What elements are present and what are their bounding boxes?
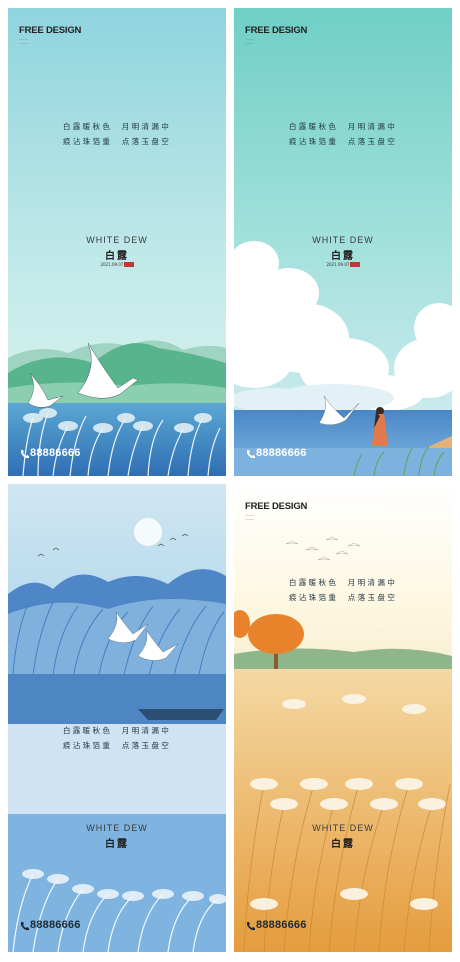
brand-logo: FREE DESIGN: [19, 25, 82, 36]
poster-top-left: FREE DESIGN ——— ——— 白露暖秋色 月明清漏中 痕沾珠箔重 点落玉…: [8, 8, 226, 476]
title-en: WHITE DEW: [86, 823, 148, 833]
poem-line-2: 痕沾珠箔重 点落玉盘空: [288, 137, 398, 146]
title-cn: 白露: [105, 839, 129, 850]
poem-line-2: 痕沾珠箔重 点落玉盘空: [62, 741, 172, 750]
poem-line-1: 白露暖秋色 月明清漏中: [288, 578, 398, 587]
phone-icon: [21, 922, 29, 931]
title-cn: 白露: [105, 251, 129, 262]
phone-icon: [247, 922, 255, 931]
phone-number: 88886666: [30, 919, 81, 931]
date-tag: [124, 262, 134, 267]
poem-line-1: 白露暖秋色 月明清漏中: [62, 726, 172, 735]
poem-line-2: 痕沾珠箔重 点落玉盘空: [62, 137, 172, 146]
poster-bottom-left: 白露暖秋色 月明清漏中 痕沾珠箔重 点落玉盘空 WHITE DEW 白露 888…: [8, 484, 226, 952]
phone-icon: [21, 450, 29, 459]
poster-illustration: [8, 484, 226, 952]
title-en: WHITE DEW: [312, 823, 374, 833]
poem-block: 白露暖秋色 月明清漏中 痕沾珠箔重 点落玉盘空: [234, 119, 452, 149]
brand-subtext: ——— ———: [19, 37, 28, 45]
poster-top-right: FREE DESIGN ——— ——— 白露暖秋色 月明清漏中 痕沾珠箔重 点落玉…: [234, 8, 452, 476]
poem-block: 白露暖秋色 月明清漏中 痕沾珠箔重 点落玉盘空: [8, 723, 226, 753]
moon-icon: [134, 518, 162, 546]
date-line: 2021.09.07: [234, 262, 452, 267]
poem-line-1: 白露暖秋色 月明清漏中: [62, 122, 172, 131]
phone-number: 88886666: [256, 447, 307, 459]
title-en: WHITE DEW: [312, 235, 374, 245]
brand-logo: FREE DESIGN: [245, 501, 308, 512]
date-tag: [350, 262, 360, 267]
poem-block: 白露暖秋色 月明清漏中 痕沾珠箔重 点落玉盘空: [8, 119, 226, 149]
brand-logo: FREE DESIGN: [245, 25, 308, 36]
brand-subtext: ——— ———: [245, 37, 254, 45]
title-en: WHITE DEW: [86, 235, 148, 245]
phone-number: 88886666: [256, 919, 307, 931]
poem-line-1: 白露暖秋色 月明清漏中: [288, 122, 398, 131]
date-text: 2021.09.07: [326, 262, 350, 267]
poem-block: 白露暖秋色 月明清漏中 痕沾珠箔重 点落玉盘空: [234, 575, 452, 605]
title-cn: 白露: [331, 251, 355, 262]
poster-bottom-right: FREE DESIGN ——— ——— 白露暖秋色 月明清漏中 痕沾珠箔重 点落玉…: [234, 484, 452, 952]
title-cn: 白露: [331, 839, 355, 850]
phone-icon: [247, 450, 255, 459]
poem-line-2: 痕沾珠箔重 点落玉盘空: [288, 593, 398, 602]
date-line: 2021.09.07: [8, 262, 226, 267]
date-text: 2021.09.07: [100, 262, 124, 267]
poster-illustration: [234, 484, 452, 952]
brand-subtext: ——— ———: [245, 513, 254, 521]
phone-number: 88886666: [30, 447, 81, 459]
